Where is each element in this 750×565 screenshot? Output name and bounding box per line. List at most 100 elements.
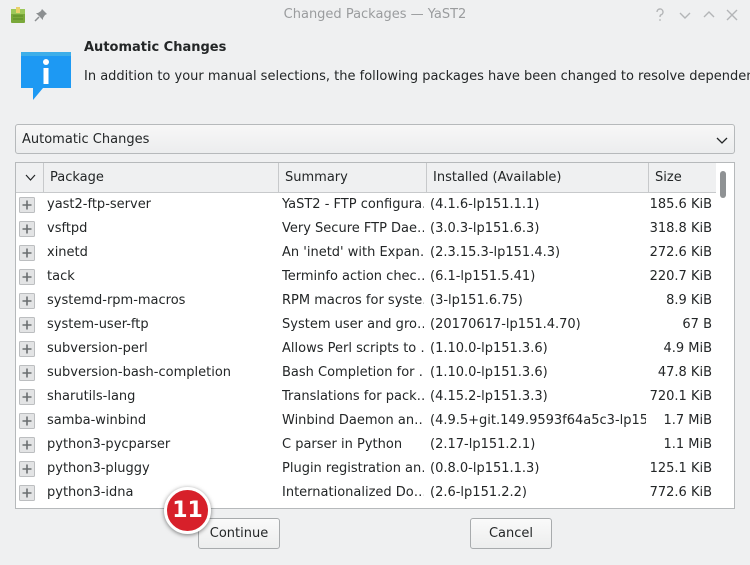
package-name: yast2-ftp-server	[47, 197, 152, 212]
scrollbar-handle[interactable]	[720, 171, 726, 198]
table-row[interactable]: xinetd An 'inetd' with Expan… (2.3.15.3-…	[16, 241, 716, 265]
table-row[interactable]: system-user-ftp System user and gro… (20…	[16, 313, 716, 337]
package-size: 772.6 KiB	[649, 485, 712, 500]
plus-icon[interactable]	[19, 413, 35, 429]
package-size: 185.6 KiB	[649, 197, 712, 212]
package-name: python3-idna	[47, 485, 134, 500]
package-size: 220.7 KiB	[649, 269, 712, 284]
package-size: 4.9 MiB	[663, 341, 712, 356]
package-summary: An 'inetd' with Expan…	[282, 245, 424, 260]
plus-icon[interactable]	[19, 389, 35, 405]
filter-dropdown-value: Automatic Changes	[22, 132, 150, 147]
package-summary: C parser in Python	[282, 437, 403, 452]
column-header-package[interactable]: Package	[44, 163, 279, 192]
sort-toggle[interactable]	[16, 163, 44, 192]
plus-icon[interactable]	[19, 317, 35, 333]
package-size: 8.9 KiB	[666, 293, 712, 308]
package-name: subversion-bash-completion	[47, 365, 232, 380]
package-size: 720.1 KiB	[649, 389, 712, 404]
table-body: yast2-ftp-server YaST2 - FTP configura… …	[16, 193, 716, 505]
package-summary: Internationalized Do…	[282, 485, 424, 500]
package-name: vsftpd	[47, 221, 88, 236]
package-version: (6.1-lp151.5.41)	[430, 269, 536, 284]
package-summary: Bash Completion for …	[282, 365, 424, 380]
package-version: (1.10.0-lp151.3.6)	[430, 365, 548, 380]
table-row[interactable]: sharutils-lang Translations for pack… (4…	[16, 385, 716, 409]
package-version: (2.17-lp151.2.1)	[430, 437, 536, 452]
chevron-down-icon	[25, 174, 36, 181]
package-size: 125.1 KiB	[649, 461, 712, 476]
plus-icon[interactable]	[19, 269, 35, 285]
plus-icon[interactable]	[19, 221, 35, 237]
plus-icon[interactable]	[19, 485, 35, 501]
package-name: python3-pluggy	[47, 461, 150, 476]
package-summary: System user and gro…	[282, 317, 424, 332]
package-summary: Very Secure FTP Dae…	[282, 221, 424, 236]
table-row[interactable]: systemd-rpm-macros RPM macros for syste……	[16, 289, 716, 313]
close-icon[interactable]	[722, 5, 742, 25]
table-row[interactable]: yast2-ftp-server YaST2 - FTP configura… …	[16, 193, 716, 217]
package-size: 47.8 KiB	[657, 365, 712, 380]
table-row[interactable]: python3-idna Internationalized Do… (2.6-…	[16, 481, 716, 505]
package-table[interactable]: Package Summary Installed (Available) Si…	[15, 162, 735, 509]
help-icon[interactable]	[650, 5, 670, 25]
package-name: python3-pycparser	[47, 437, 171, 452]
plus-icon[interactable]	[19, 365, 35, 381]
package-version: (4.15.2-lp151.3.3)	[430, 389, 548, 404]
plus-icon[interactable]	[19, 245, 35, 261]
column-header-summary[interactable]: Summary	[279, 163, 427, 192]
package-name: tack	[47, 269, 75, 284]
plus-icon[interactable]	[19, 461, 35, 477]
package-name: xinetd	[47, 245, 88, 260]
continue-button[interactable]: Continue	[198, 518, 280, 549]
table-row[interactable]: python3-pluggy Plugin registration an… (…	[16, 457, 716, 481]
vertical-scrollbar[interactable]	[716, 163, 734, 508]
filter-dropdown[interactable]: Automatic Changes	[15, 124, 735, 154]
step-number-badge: 11	[164, 487, 211, 534]
package-size: 1.1 MiB	[663, 437, 712, 452]
package-size: 272.6 KiB	[649, 245, 712, 260]
maximize-icon[interactable]	[699, 5, 719, 25]
package-summary: Winbind Daemon an…	[282, 413, 424, 428]
table-row[interactable]: samba-winbind Winbind Daemon an… (4.9.5+…	[16, 409, 716, 433]
minimize-icon[interactable]	[675, 5, 695, 25]
message-heading: Automatic Changes	[84, 40, 227, 55]
message-text: In addition to your manual selections, t…	[84, 69, 750, 84]
package-summary: Allows Perl scripts to …	[282, 341, 424, 356]
package-name: subversion-perl	[47, 341, 148, 356]
package-name: samba-winbind	[47, 413, 147, 428]
package-summary: YaST2 - FTP configura…	[282, 197, 424, 212]
package-version: (1.10.0-lp151.3.6)	[430, 341, 548, 356]
cancel-button[interactable]: Cancel	[470, 518, 552, 549]
package-version: (0.8.0-lp151.1.3)	[430, 461, 540, 476]
package-name: sharutils-lang	[47, 389, 136, 404]
package-version: (2.6-lp151.2.2)	[430, 485, 527, 500]
package-summary: Terminfo action chec…	[282, 269, 424, 284]
plus-icon[interactable]	[19, 197, 35, 213]
column-header-size[interactable]: Size	[649, 163, 716, 192]
package-name: system-user-ftp	[47, 317, 149, 332]
chevron-down-icon	[716, 137, 728, 144]
column-header-installed[interactable]: Installed (Available)	[427, 163, 649, 192]
table-header: Package Summary Installed (Available) Si…	[16, 163, 716, 193]
window-title: Changed Packages — YaST2	[283, 7, 467, 22]
package-summary: Plugin registration an…	[282, 461, 424, 476]
table-row[interactable]: python3-pycparser C parser in Python (2.…	[16, 433, 716, 457]
plus-icon[interactable]	[19, 437, 35, 453]
info-icon	[21, 52, 71, 100]
package-version: (3.0.3-lp151.6.3)	[430, 221, 540, 236]
package-version: (3-lp151.6.75)	[430, 293, 523, 308]
plus-icon[interactable]	[19, 341, 35, 357]
package-version: (2.3.15.3-lp151.4.3)	[430, 245, 561, 260]
plus-icon[interactable]	[19, 293, 35, 309]
table-row[interactable]: subversion-perl Allows Perl scripts to ……	[16, 337, 716, 361]
package-version: (4.9.5+git.149.9593f64a5c3-lp151....	[430, 413, 646, 428]
table-row[interactable]: subversion-bash-completion Bash Completi…	[16, 361, 716, 385]
package-summary: Translations for pack…	[282, 389, 424, 404]
package-size: 1.7 MiB	[663, 413, 712, 428]
table-row[interactable]: tack Terminfo action chec… (6.1-lp151.5.…	[16, 265, 716, 289]
package-summary: RPM macros for syste…	[282, 293, 424, 308]
table-row[interactable]: vsftpd Very Secure FTP Dae… (3.0.3-lp151…	[16, 217, 716, 241]
title-bar: Changed Packages — YaST2	[0, 0, 750, 30]
package-size: 67 B	[682, 317, 712, 332]
